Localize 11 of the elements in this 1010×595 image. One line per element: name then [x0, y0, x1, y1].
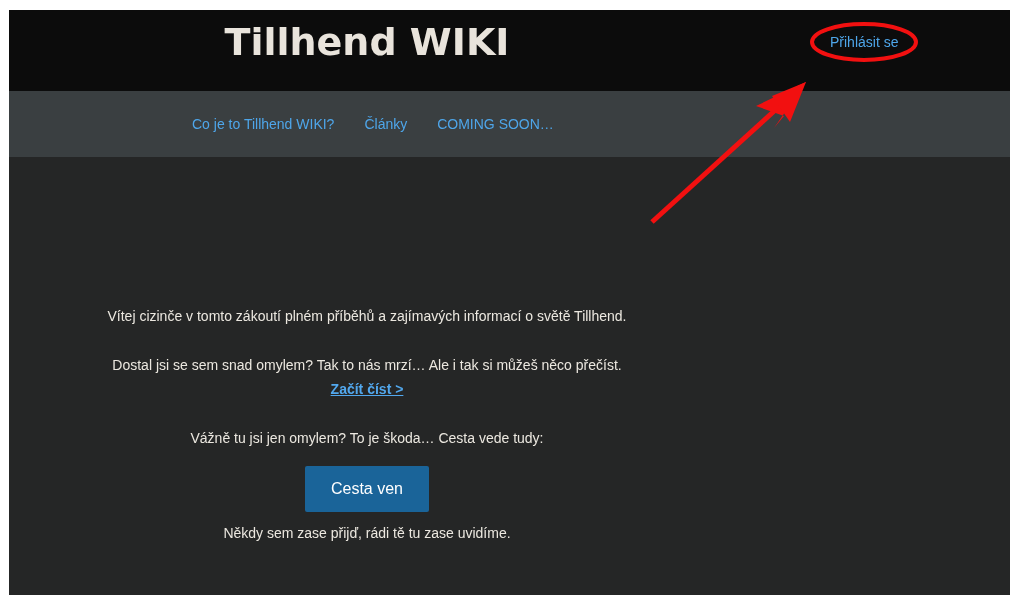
nav-link[interactable]: COMING SOON… — [437, 116, 554, 132]
farewell-text: Někdy sem zase přijď, rádi tě tu zase uvidíme. — [223, 524, 511, 542]
read-link[interactable]: Začít číst > — [330, 380, 404, 398]
site-title[interactable]: Tillhend WIKI — [224, 22, 510, 64]
exit-button[interactable]: Cesta ven — [305, 466, 429, 512]
mistake-text: Dostal jsi se sem snad omylem? Tak to nás mrzí… Ale i tak si můžeš něco přečíst. — [112, 356, 622, 374]
login-link[interactable]: Přihlásit se — [830, 34, 899, 50]
welcome-text: Vítej cizinče v tomto zákoutí plném příběhů a zajímavých informací o světě Tillhend. — [107, 307, 627, 325]
exit-prompt-text: Vážně tu jsi jen omylem? To je škoda… Cesta vede tudy: — [190, 429, 544, 447]
nav-link[interactable]: Co je to Tillhend WIKI? — [192, 116, 335, 132]
nav-link[interactable]: Články — [364, 116, 408, 132]
